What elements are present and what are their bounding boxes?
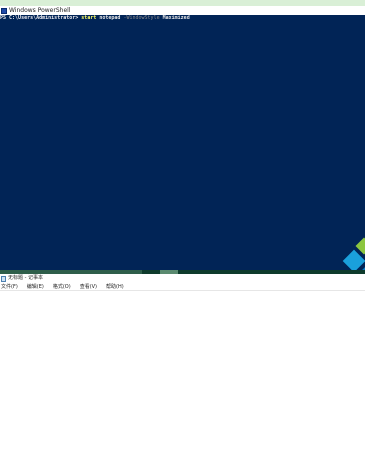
- menu-view[interactable]: 查看(V): [80, 283, 97, 291]
- powershell-console[interactable]: PS C:\Users\Administrator> start notepad…: [0, 15, 365, 270]
- console-parameter: -WindowStyle: [123, 15, 160, 21]
- powershell-titlebar[interactable]: Windows PowerShell: [0, 6, 365, 15]
- notepad-icon: [1, 275, 6, 282]
- console-command-line: PS C:\Users\Administrator> start notepad…: [0, 15, 190, 22]
- menu-edit[interactable]: 编辑(E): [27, 283, 44, 291]
- menu-help[interactable]: 帮助(H): [106, 283, 124, 291]
- windows-logo-decoration: [340, 230, 365, 270]
- notepad-menubar: 文件(F) 编辑(E) 格式(O) 查看(V) 帮助(H): [0, 283, 365, 291]
- menu-file[interactable]: 文件(F): [1, 283, 18, 291]
- menu-format[interactable]: 格式(O): [53, 283, 71, 291]
- powershell-icon: [1, 7, 7, 14]
- console-argument: notepad: [99, 15, 121, 21]
- console-value: Maximized: [162, 15, 190, 21]
- console-prompt: PS C:\Users\Administrator>: [0, 15, 79, 21]
- console-command: start: [81, 15, 97, 21]
- powershell-title: Windows PowerShell: [9, 7, 71, 14]
- notepad-text-area[interactable]: [0, 291, 365, 476]
- screen: Windows PowerShell PS C:\Users\Administr…: [0, 0, 365, 476]
